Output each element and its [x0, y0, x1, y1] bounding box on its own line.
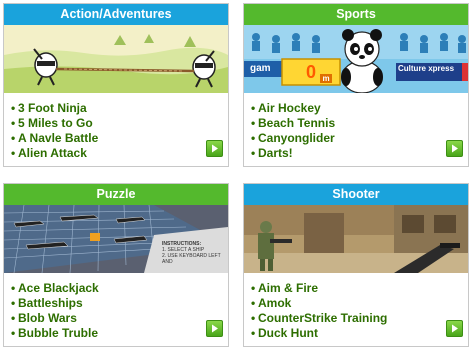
game-link[interactable]: • Battleships — [11, 296, 99, 311]
game-list: • Ace Blackjack • Battleships • Blob Wars •… — [11, 281, 99, 341]
play-icon[interactable] — [206, 140, 223, 157]
instructions-panel: INSTRUCTIONS: 1. SELECT A SHIP 2. USE KE… — [162, 241, 221, 265]
category-card-shooter: Shooter • Aim & Fire • Amok • CounterStrike… — [243, 183, 469, 347]
category-card-action: Action/Adventures • 3 Foot Ninja • 5 Miles… — [3, 3, 229, 167]
play-icon[interactable] — [446, 320, 463, 337]
game-link[interactable]: • Ace Blackjack — [11, 281, 99, 296]
score-value: 0 — [306, 62, 317, 82]
game-link[interactable]: • Air Hockey — [251, 101, 335, 116]
game-link[interactable]: • Aim & Fire — [251, 281, 387, 296]
score-unit: m — [320, 74, 332, 83]
game-link[interactable]: • CounterStrike Training — [251, 311, 387, 326]
distance-score: 0 m — [306, 62, 332, 83]
game-link[interactable]: • Beach Tennis — [251, 116, 335, 131]
game-list: • Aim & Fire • Amok • CounterStrike Trainin… — [251, 281, 387, 341]
game-link[interactable]: • Canyonglider — [251, 131, 335, 146]
game-link[interactable]: • Amok — [251, 296, 387, 311]
action-game-thumbnail[interactable] — [4, 25, 228, 93]
game-list: • Air Hockey • Beach Tennis • Canyonglider … — [251, 101, 335, 161]
category-card-puzzle: Puzzle INSTRUCTIONS: 1. SELECT A SHIP 2.… — [3, 183, 229, 347]
game-link[interactable]: • A Navle Battle — [11, 131, 98, 146]
game-link[interactable]: • Darts! — [251, 146, 335, 161]
game-list: • 3 Foot Ninja • 5 Miles to Go • A Navle Ba… — [11, 101, 98, 161]
card-title[interactable]: Action/Adventures — [4, 4, 228, 25]
game-link[interactable]: • Blob Wars — [11, 311, 99, 326]
banner-right-text: Culture xpress — [398, 64, 455, 73]
puzzle-game-thumbnail[interactable]: INSTRUCTIONS: 1. SELECT A SHIP 2. USE KE… — [4, 205, 228, 273]
card-title[interactable]: Sports — [244, 4, 468, 25]
game-link[interactable]: • Duck Hunt — [251, 326, 387, 341]
game-link[interactable]: • 5 Miles to Go — [11, 116, 98, 131]
play-icon[interactable] — [446, 140, 463, 157]
sports-game-thumbnail[interactable]: gam 0 m Culture xpress — [244, 25, 468, 93]
card-title[interactable]: Shooter — [244, 184, 468, 205]
card-title[interactable]: Puzzle — [4, 184, 228, 205]
banner-left-text: gam — [250, 63, 271, 74]
shooter-game-thumbnail[interactable] — [244, 205, 468, 273]
game-link[interactable]: • Alien Attack — [11, 146, 98, 161]
category-card-sports: Sports gam 0 m Culture xpress • Air Hock… — [243, 3, 469, 167]
game-link[interactable]: • 3 Foot Ninja — [11, 101, 98, 116]
game-link[interactable]: • Bubble Truble — [11, 326, 99, 341]
play-icon[interactable] — [206, 320, 223, 337]
